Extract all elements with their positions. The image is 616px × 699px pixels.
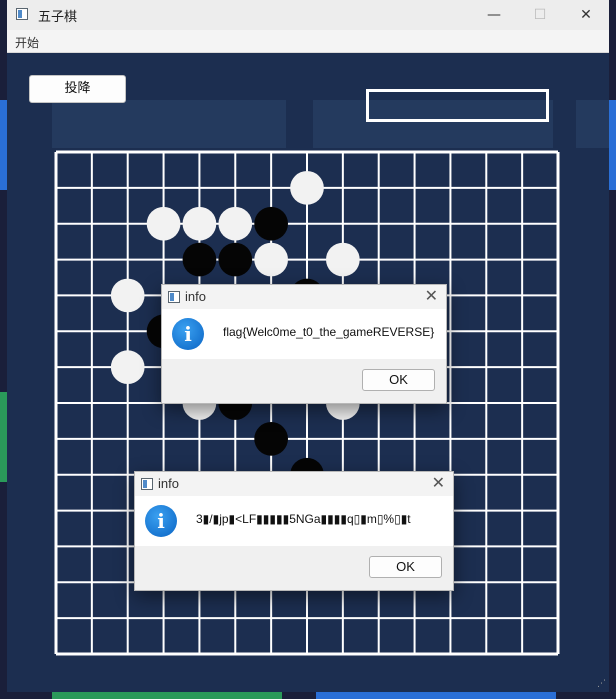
menu-start[interactable]: 开始 [15, 34, 39, 51]
ghost-panel-far-right [576, 100, 609, 148]
black-stone [218, 242, 253, 277]
white-stone [290, 171, 324, 205]
window-title: 五子棋 [38, 10, 78, 25]
dialog-body: i 3▮/▮jp▮<LF▮▮▮▮▮5NGa▮▮▮▮q▯▮m▯%▯▮t [135, 496, 453, 546]
dialog-body: i flag{Welc0me_t0_the_gameREVERSE} [162, 309, 446, 359]
dialog-message: flag{Welc0me_t0_the_gameREVERSE} [223, 325, 435, 339]
dialog-app-icon [168, 291, 180, 303]
info-dialog-flag: info ✕ i flag{Welc0me_t0_the_gameREVERSE… [161, 284, 447, 404]
white-stone [110, 278, 145, 313]
dialog-footer: OK [162, 359, 446, 403]
menu-bar: 开始 [7, 30, 609, 53]
black-stone [254, 206, 288, 241]
ok-button[interactable]: OK [362, 369, 435, 391]
dialog-app-icon [141, 478, 153, 490]
title-bar: 五子棋 — ☐ ✕ [7, 0, 609, 30]
app-icon [16, 8, 28, 20]
dialog-title-bar: info ✕ [162, 285, 446, 309]
desktop-strip-bottom-blue [316, 692, 556, 699]
white-stone [182, 206, 217, 241]
dialog-title: info [158, 476, 179, 491]
white-stone [110, 350, 145, 384]
white-stone [146, 206, 181, 241]
desktop-strip-bottom-green [52, 692, 282, 699]
info-icon: i [145, 505, 177, 537]
white-stone [326, 242, 360, 277]
ghost-panel-left [52, 100, 286, 148]
dialog-close-button[interactable]: ✕ [432, 473, 445, 493]
ok-button[interactable]: OK [369, 556, 442, 578]
white-stone [254, 242, 288, 277]
dialog-close-button[interactable]: ✕ [425, 286, 438, 306]
minimize-button[interactable]: — [471, 0, 517, 30]
status-box [366, 89, 549, 122]
dialog-footer: OK [135, 546, 453, 590]
dialog-title-bar: info ✕ [135, 472, 453, 496]
black-stone [182, 242, 217, 277]
white-stone [218, 206, 253, 241]
close-button[interactable]: ✕ [563, 0, 609, 30]
info-dialog-garbled: info ✕ i 3▮/▮jp▮<LF▮▮▮▮▮5NGa▮▮▮▮q▯▮m▯%▯▮… [134, 471, 454, 591]
dialog-title: info [185, 289, 206, 304]
maximize-button[interactable]: ☐ [517, 0, 563, 30]
info-icon: i [172, 318, 204, 350]
dialog-message: 3▮/▮jp▮<LF▮▮▮▮▮5NGa▮▮▮▮q▯▮m▯%▯▮t [196, 512, 411, 526]
surrender-button[interactable]: 投降 [29, 75, 126, 103]
desktop-strip-left-green [0, 392, 7, 482]
desktop-strip-left [0, 100, 7, 190]
desktop-strip-right [609, 100, 616, 190]
resize-grip[interactable]: ⋰ [597, 679, 606, 689]
black-stone [254, 422, 288, 456]
